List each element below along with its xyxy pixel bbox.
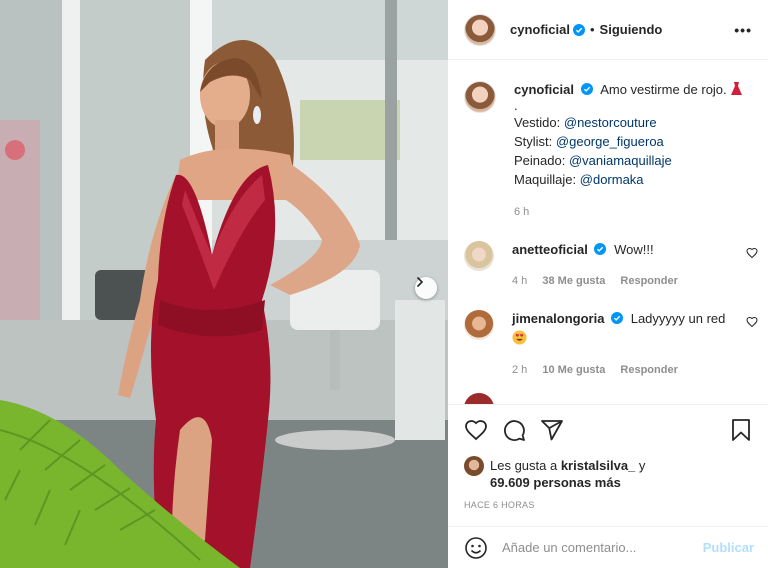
likes-summary: Les gusta a kristalsilva_ y 69.609 perso…	[464, 456, 752, 491]
publish-button[interactable]: Publicar	[703, 540, 754, 555]
caption-avatar[interactable]	[464, 81, 496, 113]
comment-text: Wow!!!	[614, 242, 654, 257]
credit-label: Stylist:	[514, 134, 556, 149]
likes-count[interactable]: 69.609 personas más	[490, 475, 621, 490]
red-dress-emoji-icon	[731, 82, 743, 95]
comment-button[interactable]	[502, 418, 526, 442]
add-comment-bar: Publicar	[448, 526, 768, 568]
comment-likes[interactable]: 10 Me gusta	[542, 364, 605, 376]
credit-handle[interactable]: @nestorcouture	[564, 115, 657, 130]
heart-icon[interactable]	[746, 316, 758, 328]
caption-text: Amo vestirme de rojo.	[600, 82, 727, 97]
credit-handle[interactable]: @george_figueroa	[556, 134, 664, 149]
comments-list: cynoficial Amo vestirme de rojo. . Vesti…	[448, 61, 768, 404]
instagram-post-view: cynoficial • Siguiendo ••• cynoficial Am…	[0, 0, 768, 568]
photo-illustration	[0, 0, 448, 568]
liker-avatar[interactable]	[464, 456, 484, 476]
heart-icon[interactable]	[746, 247, 758, 259]
reply-button[interactable]: Responder	[620, 275, 677, 287]
emoji-icon[interactable]	[464, 536, 488, 560]
comment-avatar[interactable]	[464, 241, 494, 271]
comment-avatar[interactable]	[464, 393, 494, 404]
heart-icon	[465, 420, 487, 441]
credit-label: Vestido:	[514, 115, 564, 130]
caption-username[interactable]: cynoficial	[514, 82, 574, 97]
comment-avatar[interactable]	[464, 310, 494, 340]
caption: cynoficial Amo vestirme de rojo. . Vesti…	[464, 81, 752, 221]
comment-input[interactable]	[502, 540, 703, 555]
liker-username[interactable]: kristalsilva_	[561, 458, 635, 473]
credit-label: Peinado:	[514, 153, 569, 168]
comment-likes[interactable]: 38 Me gusta	[542, 275, 605, 287]
heart-eyes-emoji-icon	[512, 330, 527, 345]
likes-prefix: Les gusta a	[490, 458, 561, 473]
comment-icon	[504, 420, 525, 441]
comment-text: Ladyyyyy un red	[630, 311, 726, 326]
more-options-button[interactable]: •••	[734, 22, 752, 38]
comment-item: jimenalongoria Ladyyyyy un red 2 h 10 Me…	[464, 310, 758, 379]
posted-time[interactable]: HACE 6 HORAS	[464, 500, 752, 510]
carousel-next-button[interactable]	[415, 277, 437, 299]
post-photo	[0, 0, 448, 568]
caption-time[interactable]: 6 h	[514, 206, 529, 218]
author-avatar[interactable]	[464, 13, 496, 46]
share-button[interactable]	[540, 418, 564, 442]
credit-label: Maquillaje:	[514, 172, 580, 187]
chevron-right-icon	[417, 277, 424, 287]
comment-username[interactable]: jimenalongoria	[512, 311, 604, 326]
author-username[interactable]: cynoficial	[510, 22, 570, 37]
comment-item-partial	[464, 393, 752, 404]
comment-time[interactable]: 4 h	[512, 275, 527, 287]
like-button[interactable]	[464, 418, 488, 442]
post-side-panel: cynoficial • Siguiendo ••• cynoficial Am…	[448, 0, 768, 568]
comment-username[interactable]: anetteoficial	[512, 242, 588, 257]
verified-icon	[594, 243, 607, 255]
caption-credits: Vestido: @nestorcouture Stylist: @george…	[514, 113, 752, 189]
post-header: cynoficial • Siguiendo •••	[448, 0, 768, 60]
verified-icon	[572, 23, 585, 36]
caption-dot-line: .	[514, 98, 518, 113]
share-icon	[541, 420, 563, 441]
credit-handle[interactable]: @dormaka	[580, 172, 644, 187]
verified-icon	[611, 312, 624, 324]
verified-icon	[580, 83, 593, 95]
header-separator: •	[589, 22, 595, 37]
comment-time[interactable]: 2 h	[512, 364, 527, 376]
bookmark-icon	[732, 419, 750, 441]
likes-mid: y	[635, 458, 646, 473]
comment-item: anetteoficial Wow!!! 4 h 38 Me gusta Res…	[464, 241, 758, 290]
reply-button[interactable]: Responder	[620, 364, 677, 376]
save-button[interactable]	[730, 418, 752, 442]
following-button[interactable]: Siguiendo	[600, 22, 663, 37]
credit-handle[interactable]: @vaniamaquillaje	[569, 153, 672, 168]
post-actions: Les gusta a kristalsilva_ y 69.609 perso…	[448, 404, 768, 510]
